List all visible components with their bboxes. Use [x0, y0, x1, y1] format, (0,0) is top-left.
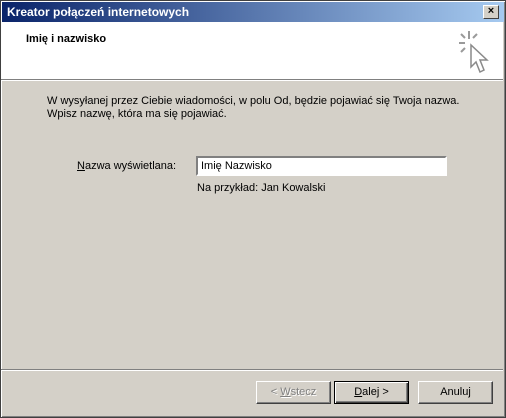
back-button-accel: W [280, 386, 291, 398]
description: W wysyłanej przez Ciebie wiadomości, w p… [47, 95, 487, 121]
next-button-accel: D [354, 386, 363, 398]
close-icon: × [487, 5, 495, 17]
description-line-2: Wpisz nazwę, która ma się pojawiać. [47, 108, 227, 120]
page-title: Imię i nazwisko [26, 33, 107, 45]
display-name-input[interactable] [196, 156, 447, 176]
title-bar[interactable]: Kreator połączeń internetowych × [2, 2, 504, 22]
window-title: Kreator połączeń internetowych [7, 5, 190, 19]
footer-separator-highlight [1, 370, 503, 371]
description-line-1: W wysyłanej przez Ciebie wiadomości, w p… [47, 95, 460, 107]
back-button-rest: stecz [290, 386, 317, 398]
wizard-header: Imię i nazwisko [1, 22, 503, 79]
header-separator-highlight [1, 80, 503, 81]
display-name-label-accel: N [77, 160, 85, 172]
back-button[interactable]: < Wstecz [256, 381, 331, 404]
wizard-sparkle-cursor-icon [459, 31, 489, 74]
display-name-label: Nazwa wyświetlana: [77, 160, 176, 172]
display-name-label-rest: azwa wyświetlana: [84, 160, 177, 172]
back-button-prefix: < [270, 386, 281, 398]
cancel-button[interactable]: Anuluj [418, 381, 493, 404]
next-button[interactable]: Dalej > [334, 381, 409, 404]
next-button-rest: alej > [362, 386, 389, 398]
close-button[interactable]: × [483, 5, 499, 19]
example-text: Na przykład: Jan Kowalski [197, 182, 326, 194]
